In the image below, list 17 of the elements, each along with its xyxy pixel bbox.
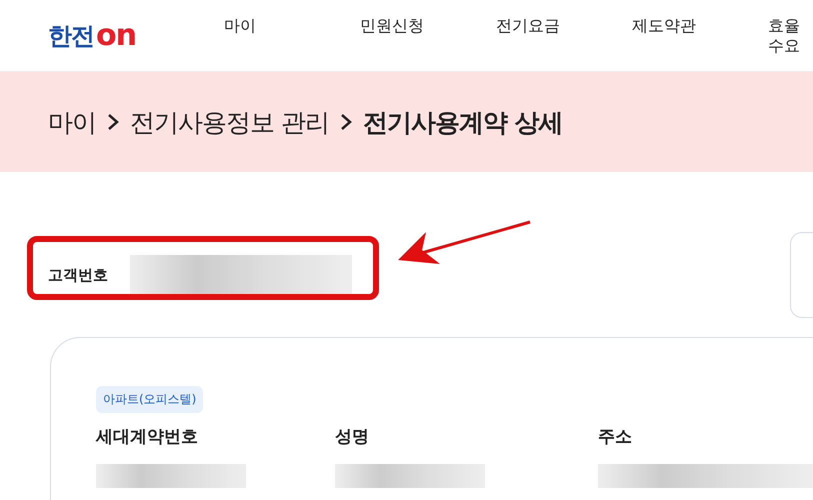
nav-link[interactable]: 전기요금 (496, 16, 632, 56)
nav-link[interactable]: 효율 수요 (768, 16, 813, 56)
nav-link[interactable]: 제도약관 (632, 16, 768, 56)
chevron-right-icon (106, 111, 120, 133)
column-label: 성명 (335, 426, 370, 448)
column-label: 세대계약번호 (96, 426, 199, 448)
customer-number-label: 고객번호 (48, 266, 108, 284)
nav-link[interactable]: 마이 (224, 16, 360, 56)
column-label: 주소 (598, 426, 633, 448)
breadcrumb-link[interactable]: 전기사용계약 상세 (362, 106, 563, 138)
type-badge: 아파트(오피스텔) (96, 386, 204, 413)
logo-text: 한전 (48, 20, 94, 52)
breadcrumb-link[interactable]: 마이 (48, 106, 96, 138)
logo-text: on (96, 24, 136, 48)
chevron-right-icon (338, 111, 353, 133)
nav-link[interactable]: 민원신청 (360, 16, 496, 56)
breadcrumb-link[interactable]: 전기사용정보 관리 (130, 106, 329, 138)
